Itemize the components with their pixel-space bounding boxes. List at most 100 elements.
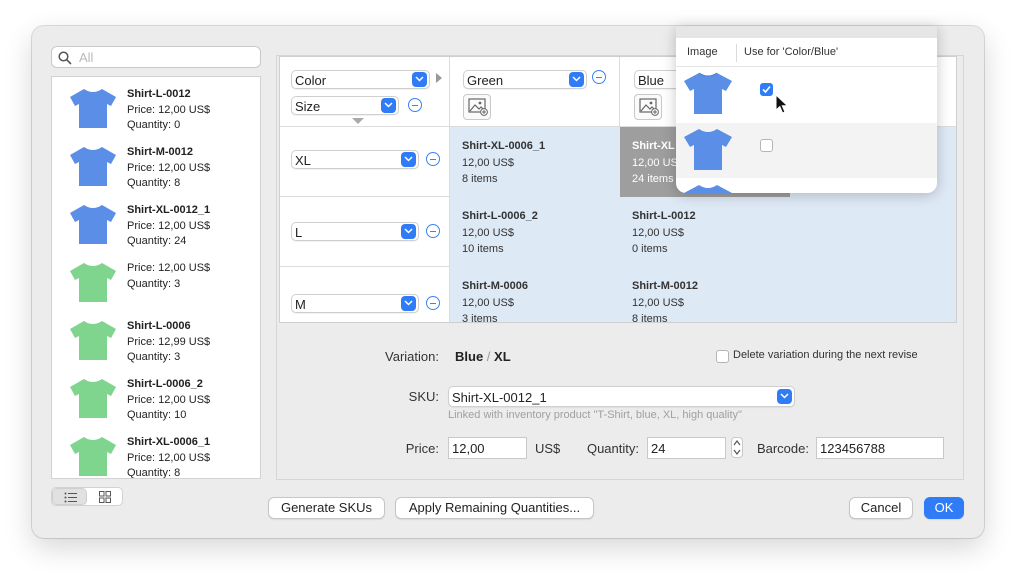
chevron-down-icon bbox=[412, 72, 427, 87]
product-quantity: Quantity: 10 bbox=[127, 409, 187, 421]
generate-skus-button[interactable]: Generate SKUs bbox=[268, 497, 385, 519]
sku-select[interactable]: Shirt-XL-0012_1 bbox=[448, 386, 795, 407]
product-price: Price: 12,99 US$ bbox=[127, 335, 211, 348]
column-value-select-green[interactable]: Green bbox=[463, 70, 587, 89]
popover-image-row[interactable] bbox=[676, 67, 937, 122]
product-list-item[interactable]: Shirt-L-0006_2 Price: 12,00 US$ Quantity: … bbox=[52, 367, 260, 425]
product-price: Price: 12,00 US$ bbox=[127, 219, 211, 232]
column-value-label: Green bbox=[467, 73, 504, 88]
product-price: Price: 12,00 US$ bbox=[127, 451, 211, 464]
ok-button[interactable]: OK bbox=[924, 497, 964, 519]
barcode-input[interactable] bbox=[817, 438, 943, 458]
search-input[interactable] bbox=[79, 48, 254, 66]
list-view-button[interactable] bbox=[52, 488, 87, 505]
product-info: Shirt-XL-0006_1 Price: 12,00 US$ Quantity:… bbox=[127, 435, 211, 479]
product-quantity: Quantity: 3 bbox=[127, 351, 181, 363]
product-list-item[interactable]: Price: 12,00 US$ Quantity: 3 bbox=[52, 251, 260, 309]
view-mode-toggle[interactable] bbox=[51, 487, 123, 506]
cell-items: 3 items bbox=[462, 313, 498, 323]
currency-label: US$ bbox=[535, 441, 561, 456]
cell-items: 0 items bbox=[632, 243, 668, 255]
product-quantity: Quantity: 8 bbox=[127, 467, 181, 479]
quantity-field[interactable] bbox=[647, 437, 726, 459]
product-info: Shirt-L-0006 Price: 12,99 US$ Quantity: 3 bbox=[127, 319, 210, 366]
price-input[interactable] bbox=[449, 438, 526, 458]
variation-cell[interactable]: Shirt-M-0012 12,00 US$ 8 items bbox=[620, 267, 790, 323]
cell-price: 12,00 US$ bbox=[632, 226, 684, 239]
cell-name: Shirt-M-0012 bbox=[632, 280, 699, 292]
use-image-checkbox[interactable] bbox=[760, 139, 773, 152]
grid-view-button[interactable] bbox=[88, 488, 122, 505]
remove-row-attribute-button[interactable] bbox=[408, 98, 422, 112]
apply-remaining-quantities-button[interactable]: Apply Remaining Quantities... bbox=[395, 497, 594, 519]
product-info: Shirt-L-0012 Price: 12,00 US$ Quantity: 0 bbox=[127, 87, 210, 134]
barcode-field[interactable] bbox=[816, 437, 944, 459]
product-info: Shirt-XL-0012_1 Price: 12,00 US$ Quantity:… bbox=[127, 203, 210, 250]
quantity-label: Quantity: bbox=[586, 441, 639, 456]
chevron-down-icon bbox=[777, 389, 792, 404]
variation-size: XL bbox=[494, 349, 511, 364]
cell-text: Shirt-L-0012 12,00 US$ 0 items bbox=[632, 208, 696, 258]
sku-label: SKU: bbox=[408, 389, 439, 404]
remove-row-l-button[interactable] bbox=[426, 224, 440, 238]
column-attribute-label: Color bbox=[295, 73, 327, 88]
popover-use-header: Use for 'Color/Blue' bbox=[744, 46, 839, 58]
product-list[interactable]: Shirt-L-0012 Price: 12,00 US$ Quantity: 0S… bbox=[51, 76, 261, 479]
product-list-item[interactable]: Shirt-L-0006 Price: 12,99 US$ Quantity: 3 bbox=[52, 309, 260, 367]
product-list-item[interactable]: Shirt-XL-0012_1 Price: 12,00 US$ Quantity:… bbox=[52, 193, 260, 251]
tshirt-blue-icon bbox=[684, 185, 732, 193]
remove-column-green-button[interactable] bbox=[592, 70, 606, 84]
row-value-select-xl[interactable]: XL bbox=[291, 150, 419, 169]
checkmark-icon bbox=[762, 85, 771, 94]
remove-row-xl-button[interactable] bbox=[426, 152, 440, 166]
product-list-item[interactable]: Shirt-XL-0006_1 Price: 12,00 US$ Quantity:… bbox=[52, 425, 260, 479]
variation-cell[interactable]: Shirt-L-0012 12,00 US$ 0 items bbox=[620, 197, 790, 267]
variation-cell[interactable]: Shirt-M-0006 12,00 US$ 3 items bbox=[450, 267, 620, 323]
column-image-button-green[interactable] bbox=[463, 94, 491, 120]
remove-row-m-button[interactable] bbox=[426, 296, 440, 310]
use-image-checkbox[interactable] bbox=[760, 83, 773, 96]
tshirt-blue-icon bbox=[70, 147, 116, 186]
quantity-input[interactable] bbox=[648, 438, 725, 458]
cell-text: Shirt-XL-0006_1 12,00 US$ 8 items bbox=[462, 138, 545, 188]
delete-variation-label: Delete variation during the next revise bbox=[733, 349, 918, 361]
search-field[interactable] bbox=[51, 46, 261, 68]
popover-image-row[interactable] bbox=[676, 179, 937, 193]
price-field[interactable] bbox=[448, 437, 527, 459]
product-list-item[interactable]: Shirt-M-0012 Price: 12,00 US$ Quantity: 8 bbox=[52, 135, 260, 193]
column-attribute-select[interactable]: Color bbox=[291, 70, 430, 89]
arrow-down-icon bbox=[352, 118, 364, 124]
row-attribute-select[interactable]: Size bbox=[291, 96, 399, 115]
column-image-button-blue[interactable] bbox=[634, 94, 662, 120]
product-price: Price: 12,00 US$ bbox=[127, 262, 211, 274]
product-name: Shirt-L-0012 bbox=[127, 88, 191, 100]
price-label: Price: bbox=[405, 441, 439, 456]
tshirt-green-icon bbox=[70, 263, 116, 302]
cell-name: Shirt-M-0006 bbox=[462, 280, 529, 292]
cancel-button[interactable]: Cancel bbox=[849, 497, 913, 519]
row-value-select-m[interactable]: M bbox=[291, 294, 419, 313]
product-list-item[interactable]: Shirt-L-0012 Price: 12,00 US$ Quantity: 0 bbox=[52, 77, 260, 135]
cell-items: 10 items bbox=[462, 243, 504, 255]
cell-name: Shirt-L-0006_2 bbox=[462, 210, 538, 222]
cell-name: Shirt-L-0012 bbox=[632, 210, 696, 222]
cell-text: Shirt-M-0012 12,00 US$ 8 items bbox=[632, 278, 699, 323]
quantity-stepper[interactable] bbox=[731, 437, 743, 458]
cell-items: 8 items bbox=[632, 313, 668, 323]
variation-cell[interactable]: Shirt-L-0006_2 12,00 US$ 10 items bbox=[450, 197, 620, 267]
variation-cell[interactable]: Shirt-XL-0006_1 12,00 US$ 8 items bbox=[450, 127, 620, 197]
stepper-arrows-icon bbox=[733, 440, 741, 455]
grid-divider bbox=[449, 57, 450, 322]
grid-divider bbox=[280, 266, 450, 267]
variation-label: Variation: bbox=[385, 349, 439, 364]
cell-name: Shirt-XL-0006_1 bbox=[462, 140, 546, 152]
cell-text: Shirt-M-0006 12,00 US$ 3 items bbox=[462, 278, 529, 323]
chevron-down-icon bbox=[401, 152, 416, 167]
chevron-down-icon bbox=[401, 296, 416, 311]
list-icon bbox=[64, 492, 77, 503]
row-value-select-l[interactable]: L bbox=[291, 222, 419, 241]
popover-image-row[interactable] bbox=[676, 123, 937, 178]
popover-column-divider bbox=[736, 44, 737, 62]
delete-variation-checkbox[interactable] bbox=[716, 350, 729, 363]
product-price: Price: 12,00 US$ bbox=[127, 161, 211, 174]
